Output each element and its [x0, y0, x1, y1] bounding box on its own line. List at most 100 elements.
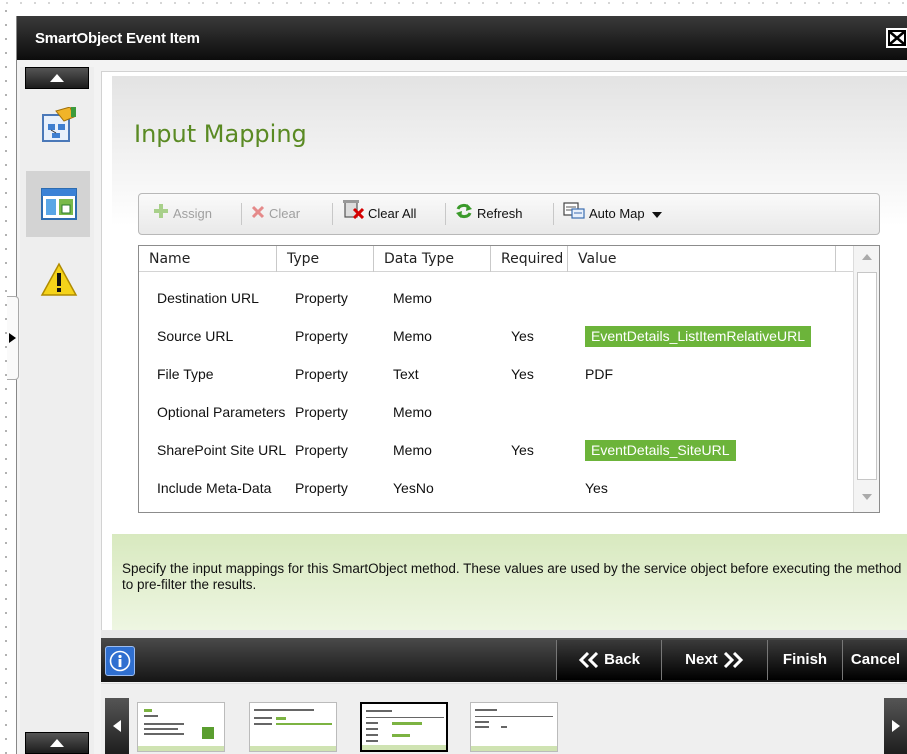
smartobject-event-item-dialog: SmartObject Event Item Input Mapping Ass…: [16, 16, 907, 754]
arrow-up-icon: [50, 739, 64, 747]
double-chevron-left-icon: [578, 651, 599, 669]
refresh-button[interactable]: Refresh: [455, 194, 523, 234]
finish-button[interactable]: Finish: [767, 640, 842, 680]
arrow-left-icon: [113, 720, 121, 732]
help-info-box: Specify the input mappings for this Smar…: [112, 534, 907, 630]
column-header-type[interactable]: Type: [277, 246, 374, 272]
scroll-down-arrow-icon[interactable]: [862, 494, 872, 500]
window-layout-icon: [41, 188, 77, 220]
table-row[interactable]: Include Meta-Data Property YesNo Yes: [139, 469, 853, 507]
row-type: Property: [295, 289, 348, 306]
row-required: [511, 469, 571, 507]
dialog-titlebar: SmartObject Event Item: [17, 16, 907, 60]
row-value[interactable]: EventDetails_ListItemRelativeURL: [585, 317, 849, 355]
scrollbar-thumb[interactable]: [857, 272, 877, 480]
row-type: Property: [295, 327, 348, 344]
row-data-type: YesNo: [393, 479, 434, 496]
wizard-properties-icon: [42, 107, 76, 142]
table-row[interactable]: SharePoint Site URL Property Memo Yes Ev…: [139, 431, 853, 469]
arrow-right-icon: [892, 720, 900, 732]
warning-icon: [40, 262, 78, 296]
thumbnails-prev-button[interactable]: [105, 698, 129, 754]
side-panel-expander[interactable]: [7, 296, 19, 380]
wizard-steps-sidebar: [20, 67, 94, 754]
row-required: Yes: [511, 327, 534, 344]
row-value[interactable]: [585, 279, 849, 317]
row-value[interactable]: Yes: [585, 469, 849, 507]
row-name: File Type: [157, 365, 214, 382]
next-label: Next: [685, 651, 718, 668]
x-icon: [251, 195, 265, 235]
double-chevron-right-icon: [723, 651, 743, 669]
row-required: [511, 279, 571, 317]
row-type: Property: [295, 441, 348, 458]
sidebar-step-layout[interactable]: [26, 171, 90, 237]
input-mapping-panel: Input Mapping Assign Clear Clear All Ref…: [101, 71, 907, 631]
row-data-type: Memo: [393, 403, 432, 420]
back-button[interactable]: Back: [556, 640, 661, 680]
column-header-required[interactable]: Required: [491, 246, 568, 272]
table-row[interactable]: Destination URL Property Memo: [139, 279, 853, 317]
info-icon: [109, 650, 131, 672]
row-value[interactable]: [585, 393, 849, 431]
next-button[interactable]: Next: [661, 640, 767, 680]
row-value[interactable]: EventDetails_SiteURL: [585, 431, 849, 469]
page-title: Input Mapping: [134, 120, 307, 148]
scroll-up-arrow-icon[interactable]: [862, 254, 872, 260]
value-text: PDF: [585, 365, 613, 382]
row-data-type: Memo: [393, 441, 432, 458]
clear-label: Clear: [269, 206, 301, 221]
sidebar-step-properties[interactable]: [26, 93, 90, 159]
info-button[interactable]: [105, 646, 135, 676]
auto-map-dropdown[interactable]: Auto Map: [563, 194, 663, 234]
column-header-data-type[interactable]: Data Type: [374, 246, 491, 272]
page-thumbnail-strip: [101, 683, 907, 754]
thumbnail-page-3[interactable]: [360, 702, 448, 752]
thumbnail-page-4[interactable]: [470, 702, 558, 752]
column-header-name[interactable]: Name: [139, 246, 277, 272]
plus-icon: [153, 195, 169, 235]
auto-map-label: Auto Map: [589, 206, 645, 221]
sidebar-scroll-up-button[interactable]: [25, 67, 89, 89]
column-header-value[interactable]: Value: [568, 246, 836, 272]
row-type: Property: [295, 479, 348, 496]
row-data-type: Text: [393, 365, 419, 382]
row-value[interactable]: PDF: [585, 355, 849, 393]
sidebar-scroll-down-button[interactable]: [25, 732, 89, 754]
arrow-up-icon: [50, 74, 64, 82]
clear-all-button[interactable]: Clear All: [342, 194, 416, 234]
cancel-button[interactable]: Cancel: [842, 640, 907, 680]
chevron-down-icon: [652, 211, 663, 218]
thumbnail-page-1[interactable]: [137, 702, 225, 752]
table-row[interactable]: Source URL Property Memo Yes EventDetail…: [139, 317, 853, 355]
help-text: Specify the input mappings for this Smar…: [122, 561, 902, 592]
thumbnail-page-2[interactable]: [249, 702, 337, 752]
row-type: Property: [295, 403, 348, 420]
thumbnails-next-button[interactable]: [884, 698, 907, 754]
cancel-label: Cancel: [850, 651, 901, 668]
mapped-value-chip[interactable]: EventDetails_ListItemRelativeURL: [585, 325, 811, 347]
mapping-toolbar: Assign Clear Clear All Refresh Auto Map: [138, 193, 880, 235]
assign-button[interactable]: Assign: [153, 194, 212, 234]
row-name: Optional Parameters: [157, 403, 286, 420]
row-data-type: Memo: [393, 289, 432, 306]
row-name: Include Meta-Data: [157, 479, 272, 496]
row-name: Source URL: [157, 327, 234, 344]
trash-delete-icon: [342, 195, 365, 235]
wizard-navigation-bar: Back Next Finish Cancel: [101, 630, 907, 682]
sidebar-step-warnings[interactable]: [26, 247, 90, 313]
dialog-title: SmartObject Event Item: [35, 30, 200, 47]
clear-button[interactable]: Clear: [251, 194, 300, 234]
row-data-type: Memo: [393, 327, 432, 344]
clear-all-label: Clear All: [368, 206, 417, 221]
close-icon[interactable]: [886, 28, 907, 48]
row-type: Property: [295, 365, 348, 382]
table-row[interactable]: File Type Property Text Yes PDF: [139, 355, 853, 393]
grid-vertical-scrollbar[interactable]: [853, 246, 879, 512]
mapped-value-chip[interactable]: EventDetails_SiteURL: [585, 439, 736, 461]
input-mapping-grid: Name Type Data Type Required Value Desti…: [138, 245, 880, 513]
row-name: Destination URL: [157, 289, 259, 306]
refresh-label: Refresh: [477, 206, 523, 221]
back-label: Back: [604, 651, 641, 668]
table-row[interactable]: Optional Parameters Property Memo: [139, 393, 853, 431]
